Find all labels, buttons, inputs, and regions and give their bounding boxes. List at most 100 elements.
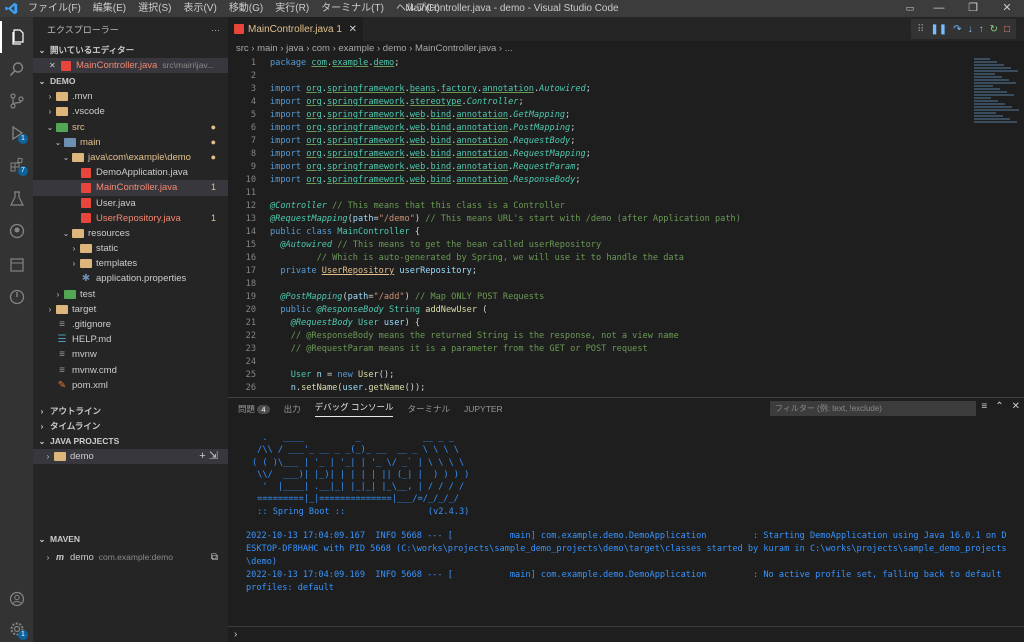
maximize-button[interactable]: ❐ [956,0,990,17]
tab-main-controller[interactable]: MainController.java 1 ✕ [228,17,363,41]
tree-folder[interactable]: › static [33,241,228,256]
code-line[interactable]: 5 import org.springframework.web.bind.ann… [228,109,970,122]
maven-header[interactable]: ⌄ MAVEN [33,532,228,547]
project-header[interactable]: ⌄ DEMO [33,74,228,89]
clear-console-icon[interactable]: ≡ [981,401,987,412]
github-icon[interactable] [0,215,33,247]
code-line[interactable]: 15 @Autowired // This means to get the b… [228,239,970,252]
code-line[interactable]: 7 import org.springframework.web.bind.ann… [228,135,970,148]
code-line[interactable]: 13 @RequestMapping(path="/demo") // This … [228,213,970,226]
code-line[interactable]: 1 package com.example.demo; [228,57,970,70]
code-line[interactable]: 8 import org.springframework.web.bind.ann… [228,148,970,161]
drag-handle-icon[interactable]: ⠿ [917,24,924,35]
search-icon[interactable] [0,53,33,85]
timeline-header[interactable]: › タイムライン [33,419,228,434]
tab-terminal[interactable]: ターミナル [407,403,450,415]
tree-file[interactable]: ≡ .gitignore [33,317,228,332]
tree-folder[interactable]: ⌄ resources [33,226,228,241]
maven-action-icon[interactable]: ⧉ [211,550,218,565]
repl-input[interactable]: › [228,626,1024,642]
code-line[interactable]: 20 public @ResponseBody String addNewUse… [228,304,970,317]
testing-icon[interactable] [0,183,33,215]
code-line[interactable]: 6 import org.springframework.web.bind.ann… [228,122,970,135]
stop-icon[interactable]: □ [1004,24,1010,35]
layout-icon[interactable]: ▭ [898,0,922,17]
tree-file[interactable]: User.java [33,196,228,211]
code-line[interactable]: 4 import org.springframework.stereotype.C… [228,96,970,109]
tree-folder[interactable]: › templates [33,256,228,271]
step-over-icon[interactable]: ↷ [953,24,961,35]
minimize-button[interactable]: — [922,0,956,17]
debug-console-output[interactable]: . ____ _ __ _ _ /\\ / ___'_ __ _ _(_)_ _… [228,420,1024,625]
java-project-item[interactable]: › demo + ⇲ [33,449,228,465]
extensions-icon[interactable]: 7 [0,149,33,181]
tree-folder[interactable]: › .mvn [33,89,228,104]
code-line[interactable]: 12 @Controller // This means that this cl… [228,200,970,213]
code-line[interactable]: 11 [228,187,970,200]
maximize-panel-icon[interactable]: ⌃ [995,401,1003,412]
pause-icon[interactable]: ❚❚ [930,24,947,35]
tree-file[interactable]: UserRepository.java 1 [33,211,228,226]
code-line[interactable]: 10 import org.springframework.web.bind.an… [228,174,970,187]
settings-gear-icon[interactable]: 1 [0,613,33,642]
power-icon[interactable] [0,281,33,313]
java-projects-header[interactable]: ⌄ JAVA PROJECTS [33,434,228,449]
run-debug-icon[interactable]: 1 [0,117,33,149]
open-editors-header[interactable]: ⌄ 開いているエディター [33,43,228,58]
source-control-icon[interactable] [0,85,33,117]
menu-item[interactable]: 選択(S) [132,0,177,17]
explorer-more-button[interactable]: ··· [211,17,220,43]
tree-file[interactable]: ✱ application.properties [33,271,228,286]
tree-folder[interactable]: ⌄ src ● [33,120,228,135]
code-line[interactable]: 26 n.setName(user.getName()); [228,382,970,395]
code-line[interactable]: 25 User n = new User(); [228,369,970,382]
minimap[interactable] [970,57,1024,399]
explorer-icon[interactable] [0,21,33,53]
tab-problems[interactable]: 問題 4 [238,403,270,415]
code-editor[interactable]: 1 package com.example.demo; 2 3 import org.s… [228,57,970,399]
close-editor-icon[interactable]: ✕ [49,58,59,73]
menu-item[interactable]: ファイル(F) [22,0,87,17]
tab-debug-console[interactable]: デバッグ コンソール [314,401,394,417]
tree-folder[interactable]: ⌄ java\com\example\demo ● [33,150,228,165]
tree-folder[interactable]: › .vscode [33,104,228,119]
maven-project-item[interactable]: › m demo com.example:demo ⧉ [33,550,228,565]
outline-header[interactable]: › アウトライン [33,404,228,419]
tab-close-icon[interactable]: ✕ [349,24,357,35]
code-line[interactable]: 17 private UserRepository userRepository… [228,265,970,278]
tree-file[interactable]: DemoApplication.java [33,165,228,180]
menu-item[interactable]: 実行(R) [269,0,315,17]
code-line[interactable]: 14 public class MainController { [228,226,970,239]
tab-output[interactable]: 出力 [284,403,301,415]
step-into-icon[interactable]: ↓ [968,24,973,35]
code-line[interactable]: 9 import org.springframework.web.bind.ann… [228,161,970,174]
add-project-icon[interactable]: + ⇲ [199,449,218,464]
restart-icon[interactable]: ↻ [990,24,998,35]
code-line[interactable]: 19 @PostMapping(path="/add") // Map ONLY… [228,291,970,304]
tab-jupyter[interactable]: JUPYTER [464,404,503,414]
menu-item[interactable]: 表示(V) [177,0,222,17]
tree-file[interactable]: ≡ mvnw.cmd [33,363,228,378]
tree-file[interactable]: ≡ mvnw [33,347,228,362]
open-editor-item[interactable]: ✕ MainController.java src\main\jav... [33,58,228,74]
code-line[interactable]: 16 // Which is auto-generated by Spring,… [228,252,970,265]
tree-file[interactable]: MainController.java 1 [33,180,228,196]
console-filter-input[interactable]: フィルター (例: text, !exclude) [770,401,976,416]
remote-explorer-icon[interactable] [0,249,33,281]
tree-folder[interactable]: › test [33,287,228,302]
menu-item[interactable]: 移動(G) [223,0,269,17]
menu-item[interactable]: ヘルプ(H) [390,0,446,17]
menu-item[interactable]: ターミナル(T) [315,0,390,17]
account-icon[interactable] [0,583,33,615]
code-line[interactable]: 18 [228,278,970,291]
menu-item[interactable]: 編集(E) [87,0,132,17]
tree-file[interactable]: ✎ pom.xml [33,378,228,393]
tree-folder[interactable]: ⌄ main ● [33,135,228,150]
close-panel-icon[interactable]: ✕ [1012,401,1020,412]
close-window-button[interactable]: ✕ [990,0,1024,17]
step-out-icon[interactable]: ↑ [979,24,984,35]
tree-file[interactable]: ☰ HELP.md [33,332,228,347]
code-line[interactable]: 21 @RequestBody User user) { [228,317,970,330]
code-line[interactable]: 23 // @RequestParam means it is a parame… [228,343,970,356]
code-line[interactable]: 22 // @ResponseBody means the returned S… [228,330,970,343]
